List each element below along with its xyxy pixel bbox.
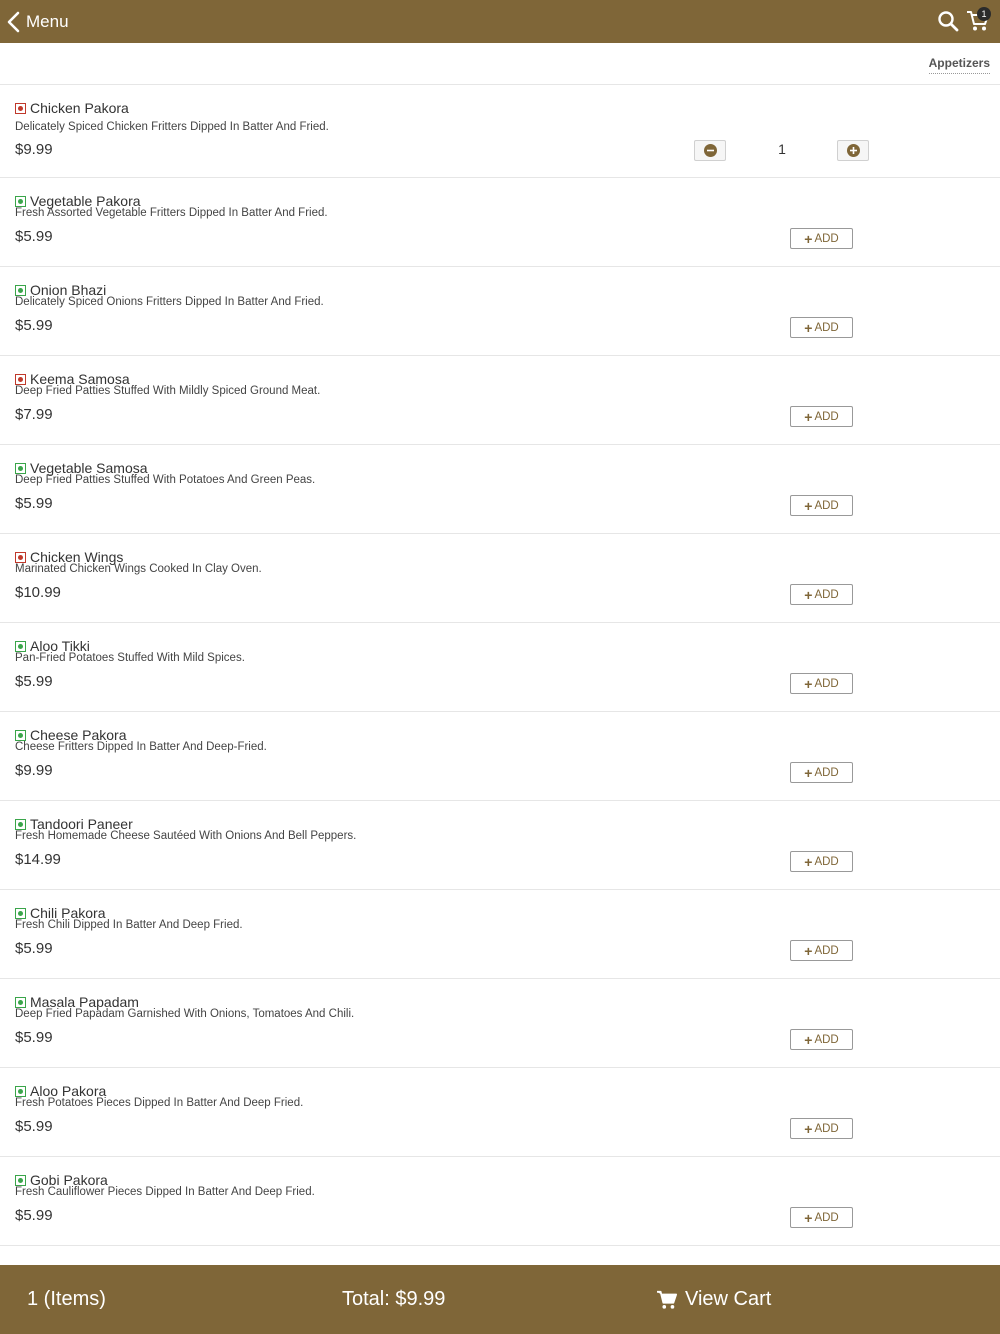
item-price: $10.99 (15, 584, 61, 601)
item-description: Delicately Spiced Chicken Fritters Dippe… (15, 121, 329, 133)
plus-circle-icon (846, 144, 860, 157)
list-item: Gobi Pakora Fresh Cauliflower Pieces Dip… (0, 1157, 1000, 1246)
item-name: Chicken Pakora (30, 100, 129, 116)
back-label: Menu (26, 11, 69, 31)
item-description: Cheese Fritters Dipped In Batter And Dee… (15, 741, 267, 753)
item-price: $5.99 (15, 940, 53, 957)
list-item: Keema Samosa Deep Fried Patties Stuffed … (0, 356, 1000, 445)
list-item: Onion Bhazi Delicately Spiced Onions Fri… (0, 267, 1000, 356)
veg-indicator-icon (15, 1174, 26, 1186)
plus-icon: + (804, 942, 813, 959)
add-button[interactable]: + ADD (790, 317, 853, 338)
plus-icon: + (804, 1120, 813, 1137)
item-price: $5.99 (15, 1029, 53, 1046)
list-item: Tandoori Paneer Fresh Homemade Cheese Sa… (0, 801, 1000, 890)
item-description: Pan-Fried Potatoes Stuffed With Mild Spi… (15, 652, 245, 664)
plus-icon: + (804, 1209, 813, 1226)
item-price: $5.99 (15, 495, 53, 512)
item-price: $5.99 (15, 1118, 53, 1135)
plus-icon: + (804, 230, 813, 247)
increase-quantity-button[interactable] (837, 140, 869, 161)
search-icon[interactable] (937, 10, 959, 32)
decrease-quantity-button[interactable] (694, 140, 726, 161)
item-description: Deep Fried Papadam Garnished With Onions… (15, 1008, 355, 1020)
item-description: Fresh Chili Dipped In Batter And Deep Fr… (15, 919, 243, 931)
add-button[interactable]: + ADD (790, 584, 853, 605)
veg-indicator-icon (15, 818, 26, 830)
item-price: $5.99 (15, 1207, 53, 1224)
list-item: Aloo Tikki Pan-Fried Potatoes Stuffed Wi… (0, 623, 1000, 712)
item-price: $14.99 (15, 851, 61, 868)
plus-icon: + (804, 853, 813, 870)
item-price: $5.99 (15, 228, 53, 245)
list-item: Aloo Pakora Fresh Potatoes Pieces Dipped… (0, 1068, 1000, 1157)
non-veg-indicator-icon (15, 373, 26, 385)
veg-indicator-icon (15, 284, 26, 296)
minus-circle-icon (703, 144, 717, 157)
cart-total: Total: $9.99 (342, 1288, 446, 1310)
veg-indicator-icon (15, 640, 26, 652)
item-price: $9.99 (15, 762, 53, 779)
veg-indicator-icon (15, 195, 26, 207)
item-description: Fresh Potatoes Pieces Dipped In Batter A… (15, 1097, 304, 1109)
plus-icon: + (804, 764, 813, 781)
item-description: Delicately Spiced Onions Fritters Dipped… (15, 296, 324, 308)
plus-icon: + (804, 497, 813, 514)
veg-indicator-icon (15, 462, 26, 474)
list-item: Vegetable Samosa Deep Fried Patties Stuf… (0, 445, 1000, 534)
item-description: Deep Fried Patties Stuffed With Mildly S… (15, 385, 321, 397)
list-item: Cheese Pakora Cheese Fritters Dipped In … (0, 712, 1000, 801)
plus-icon: + (804, 586, 813, 603)
tab-appetizers[interactable]: Appetizers (928, 56, 990, 74)
non-veg-indicator-icon (15, 551, 26, 563)
plus-icon: + (804, 408, 813, 425)
add-button[interactable]: + ADD (790, 1207, 853, 1228)
non-veg-indicator-icon (15, 102, 26, 114)
item-description: Fresh Cauliflower Pieces Dipped In Batte… (15, 1186, 315, 1198)
quantity-value: 1 (778, 141, 786, 157)
item-price: $9.99 (15, 141, 53, 158)
item-description: Fresh Assorted Vegetable Fritters Dipped… (15, 207, 328, 219)
menu-item-list: Chicken Pakora Delicately Spiced Chicken… (0, 85, 1000, 1246)
add-button[interactable]: + ADD (790, 495, 853, 516)
chevron-left-icon (7, 11, 20, 32)
veg-indicator-icon (15, 729, 26, 741)
plus-icon: + (804, 1031, 813, 1048)
item-price: $5.99 (15, 673, 53, 690)
view-cart-button[interactable]: View Cart (656, 1288, 771, 1311)
list-item: Chicken Wings Marinated Chicken Wings Co… (0, 534, 1000, 623)
plus-icon: + (804, 675, 813, 692)
item-description: Marinated Chicken Wings Cooked In Clay O… (15, 563, 262, 575)
cart-icon (657, 1290, 677, 1309)
add-button[interactable]: + ADD (790, 762, 853, 783)
veg-indicator-icon (15, 1085, 26, 1097)
list-item: Chicken Pakora Delicately Spiced Chicken… (0, 85, 1000, 178)
top-nav-bar: Menu 1 (0, 0, 1000, 43)
add-button[interactable]: + ADD (790, 1118, 853, 1139)
veg-indicator-icon (15, 996, 26, 1008)
add-button[interactable]: + ADD (790, 940, 853, 961)
view-cart-label: View Cart (685, 1288, 772, 1310)
list-item: Chili Pakora Fresh Chili Dipped In Batte… (0, 890, 1000, 979)
cart-item-count: 1 (Items) (27, 1288, 106, 1310)
item-price: $7.99 (15, 406, 53, 423)
plus-icon: + (804, 319, 813, 336)
add-button[interactable]: + ADD (790, 851, 853, 872)
add-button[interactable]: + ADD (790, 228, 853, 249)
cart-summary-bar: 1 (Items) Total: $9.99 View Cart (0, 1265, 1000, 1334)
category-tab-bar: Appetizers (0, 43, 1000, 85)
cart-count-badge: 1 (977, 7, 991, 21)
add-button[interactable]: + ADD (790, 1029, 853, 1050)
add-button[interactable]: + ADD (790, 673, 853, 694)
item-price: $5.99 (15, 317, 53, 334)
veg-indicator-icon (15, 907, 26, 919)
list-item: Vegetable Pakora Fresh Assorted Vegetabl… (0, 178, 1000, 267)
item-description: Deep Fried Patties Stuffed With Potatoes… (15, 474, 316, 486)
back-button[interactable]: Menu (6, 0, 69, 43)
add-button[interactable]: + ADD (790, 406, 853, 427)
item-description: Fresh Homemade Cheese Sautéed With Onion… (15, 830, 357, 842)
list-item: Masala Papadam Deep Fried Papadam Garnis… (0, 979, 1000, 1068)
